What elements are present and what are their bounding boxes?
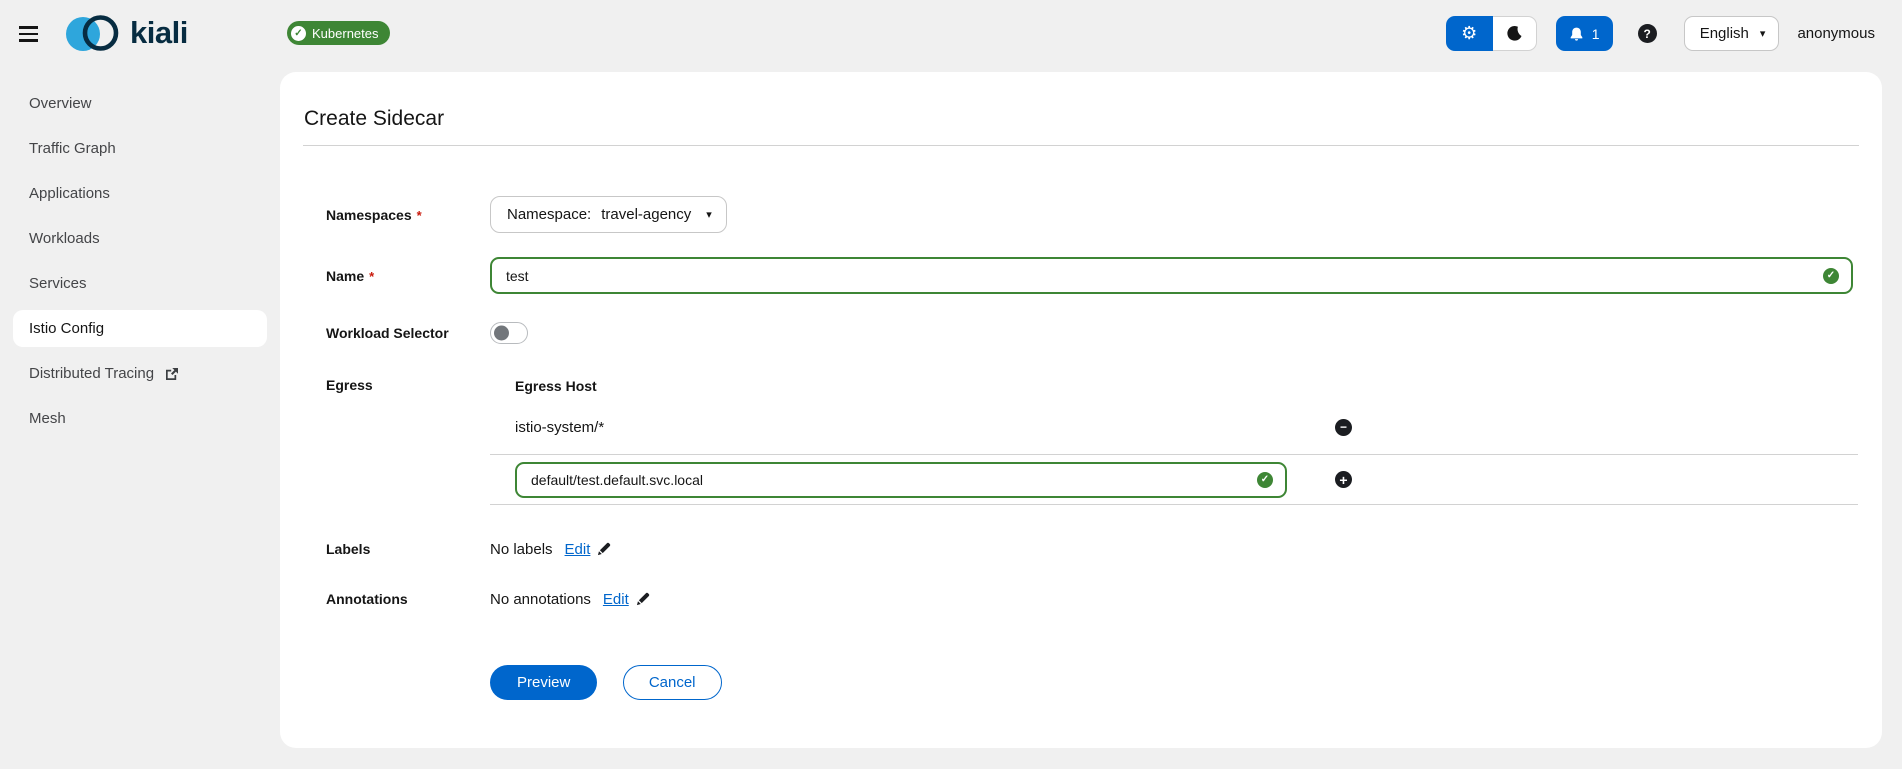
form-actions-row: Preview Cancel bbox=[326, 665, 1868, 700]
name-input[interactable] bbox=[490, 257, 1853, 294]
external-link-icon bbox=[165, 367, 179, 381]
name-label: Name* bbox=[326, 268, 490, 284]
help-button[interactable]: ? bbox=[1638, 24, 1657, 43]
sidebar-item-applications[interactable]: Applications bbox=[0, 171, 280, 216]
namespace-dropdown-value: travel-agency bbox=[601, 206, 691, 223]
title-divider bbox=[303, 145, 1859, 146]
create-sidecar-form: Namespaces* Namespace: travel-agency ▾ N… bbox=[326, 196, 1868, 700]
required-asterisk: * bbox=[369, 269, 374, 284]
chevron-down-icon: ▾ bbox=[1760, 27, 1766, 40]
valid-check-icon: ✓ bbox=[1257, 472, 1273, 488]
moon-icon bbox=[1506, 25, 1523, 42]
valid-check-icon: ✓ bbox=[1823, 268, 1839, 284]
workload-selector-row: Workload Selector bbox=[326, 322, 1868, 344]
labels-label: Labels bbox=[326, 541, 490, 557]
cluster-badge: ✓ Kubernetes bbox=[287, 21, 390, 45]
masthead: kiali ✓ Kubernetes ⚙ 1 ? bbox=[0, 0, 1902, 66]
masthead-toolbar: ⚙ 1 ? English ▾ anonymous bbox=[1446, 16, 1875, 51]
minus-circle-icon: − bbox=[1340, 420, 1347, 434]
cluster-check-icon: ✓ bbox=[291, 26, 306, 41]
sidebar-item-label: Services bbox=[29, 275, 87, 292]
egress-host-value: istio-system/* bbox=[490, 419, 1290, 436]
kiali-logo[interactable]: kiali bbox=[62, 10, 188, 56]
question-icon: ? bbox=[1644, 27, 1651, 41]
page-title: Create Sidecar bbox=[304, 107, 444, 131]
theme-toggle: ⚙ bbox=[1446, 16, 1537, 51]
nav-toggle-hamburger-icon[interactable] bbox=[17, 22, 41, 46]
namespace-dropdown-prefix: Namespace: bbox=[507, 206, 591, 223]
sun-icon: ⚙ bbox=[1461, 23, 1477, 44]
labels-row: Labels No labels Edit bbox=[326, 539, 1868, 559]
bell-icon bbox=[1569, 26, 1584, 42]
sidebar-nav: Overview Traffic Graph Applications Work… bbox=[0, 66, 280, 769]
sidebar-item-distributed-tracing[interactable]: Distributed Tracing bbox=[0, 351, 280, 396]
namespaces-label: Namespaces* bbox=[326, 207, 490, 223]
namespaces-row: Namespaces* Namespace: travel-agency ▾ bbox=[326, 196, 1868, 233]
egress-row: Egress Egress Host istio-system/* − bbox=[326, 372, 1868, 505]
content-card: Create Sidecar Namespaces* Namespace: tr… bbox=[280, 72, 1882, 748]
labels-empty-text: No labels bbox=[490, 541, 553, 558]
remove-host-button[interactable]: − bbox=[1335, 419, 1352, 436]
workload-selector-toggle[interactable] bbox=[490, 322, 528, 344]
name-row: Name* ✓ bbox=[326, 257, 1868, 294]
sidebar-item-traffic-graph[interactable]: Traffic Graph bbox=[0, 126, 280, 171]
sidebar-item-mesh[interactable]: Mesh bbox=[0, 396, 280, 441]
sidebar-item-label: Workloads bbox=[29, 230, 100, 247]
sidebar-item-istio-config[interactable]: Istio Config bbox=[13, 310, 267, 347]
pencil-icon[interactable] bbox=[597, 541, 612, 556]
username: anonymous bbox=[1797, 25, 1875, 42]
cluster-badge-label: Kubernetes bbox=[312, 26, 379, 41]
dark-theme-button[interactable] bbox=[1493, 16, 1537, 51]
namespace-dropdown[interactable]: Namespace: travel-agency ▾ bbox=[490, 196, 727, 233]
egress-new-host-row: ✓ + bbox=[490, 455, 1858, 505]
labels-edit-link[interactable]: Edit bbox=[565, 541, 591, 558]
annotations-row: Annotations No annotations Edit bbox=[326, 589, 1868, 609]
sidebar-item-label: Traffic Graph bbox=[29, 140, 116, 157]
kiali-logo-icon bbox=[62, 10, 124, 56]
brand-text: kiali bbox=[130, 15, 188, 51]
toggle-knob bbox=[494, 326, 509, 341]
preview-button[interactable]: Preview bbox=[490, 665, 597, 700]
egress-host-column-header: Egress Host bbox=[490, 378, 597, 394]
chevron-down-icon: ▾ bbox=[706, 208, 712, 221]
sidebar-item-overview[interactable]: Overview bbox=[0, 81, 280, 126]
language-dropdown[interactable]: English ▾ bbox=[1684, 16, 1780, 51]
egress-hosts-table: Egress Host istio-system/* − bbox=[490, 372, 1858, 505]
egress-host-row: istio-system/* − bbox=[490, 400, 1858, 455]
add-host-button[interactable]: + bbox=[1335, 471, 1352, 488]
sidebar-item-label: Overview bbox=[29, 95, 92, 112]
egress-table-header-row: Egress Host bbox=[490, 372, 1858, 400]
plus-circle-icon: + bbox=[1339, 472, 1347, 488]
pencil-icon[interactable] bbox=[636, 591, 651, 606]
sidebar-item-label: Istio Config bbox=[29, 320, 104, 337]
cancel-button[interactable]: Cancel bbox=[623, 665, 722, 700]
annotations-label: Annotations bbox=[326, 591, 490, 607]
sidebar-item-label: Mesh bbox=[29, 410, 66, 427]
notifications-count: 1 bbox=[1592, 26, 1600, 42]
notifications-button[interactable]: 1 bbox=[1556, 16, 1613, 51]
annotations-empty-text: No annotations bbox=[490, 591, 591, 608]
required-asterisk: * bbox=[417, 208, 422, 223]
sidebar-item-label: Distributed Tracing bbox=[29, 365, 154, 382]
sidebar-item-services[interactable]: Services bbox=[0, 261, 280, 306]
language-value: English bbox=[1700, 25, 1749, 42]
workload-selector-label: Workload Selector bbox=[326, 325, 490, 341]
egress-label: Egress bbox=[326, 372, 490, 393]
light-theme-button[interactable]: ⚙ bbox=[1446, 16, 1493, 51]
sidebar-item-workloads[interactable]: Workloads bbox=[0, 216, 280, 261]
sidebar-item-label: Applications bbox=[29, 185, 110, 202]
new-egress-host-input[interactable] bbox=[515, 462, 1287, 498]
annotations-edit-link[interactable]: Edit bbox=[603, 591, 629, 608]
